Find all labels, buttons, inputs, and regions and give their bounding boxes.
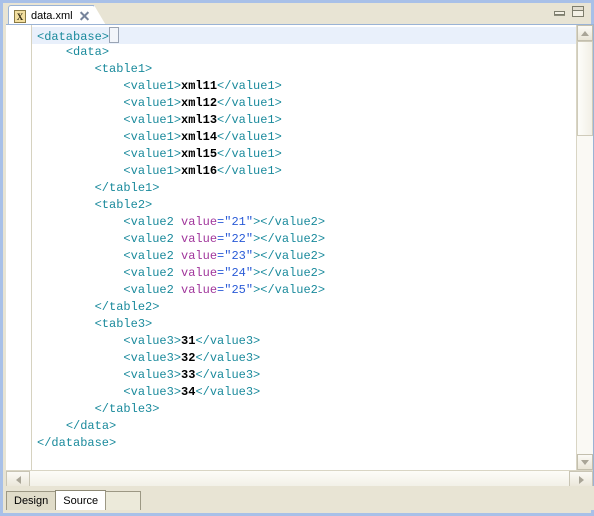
window-top-bar: X data.xml bbox=[3, 0, 591, 27]
gutter-separator bbox=[24, 25, 32, 470]
code-line[interactable]: <value1>xml16</value1> bbox=[32, 163, 593, 180]
vertical-scrollbar[interactable] bbox=[576, 25, 593, 470]
code-line[interactable]: <value1>xml11</value1> bbox=[32, 78, 593, 95]
view-tab-filler bbox=[105, 491, 142, 510]
code-line[interactable]: <table2> bbox=[32, 197, 593, 214]
scroll-down-icon[interactable] bbox=[577, 454, 593, 470]
minimize-button[interactable] bbox=[554, 6, 565, 16]
close-icon[interactable] bbox=[79, 11, 90, 22]
code-line[interactable]: <value2 value="23"></value2> bbox=[32, 248, 593, 265]
source-editor: <database> <data> <table1> <value1>xml11… bbox=[6, 24, 594, 489]
code-line[interactable]: </table2> bbox=[32, 299, 593, 316]
code-line[interactable]: <value3>31</value3> bbox=[32, 333, 593, 350]
code-line[interactable]: <database> bbox=[32, 27, 593, 44]
maximize-button[interactable] bbox=[572, 6, 584, 17]
annotation-gutter[interactable] bbox=[6, 25, 24, 470]
code-line[interactable]: <value1>xml13</value1> bbox=[32, 112, 593, 129]
code-line[interactable]: <table1> bbox=[32, 61, 593, 78]
code-line[interactable]: <data> bbox=[32, 44, 593, 61]
code-line[interactable]: </table1> bbox=[32, 180, 593, 197]
xml-source-code[interactable]: <database> <data> <table1> <value1>xml11… bbox=[32, 27, 593, 452]
editor-tab-label: data.xml bbox=[31, 10, 73, 22]
code-line[interactable]: <value3>33</value3> bbox=[32, 367, 593, 384]
code-line[interactable]: <value2 value="25"></value2> bbox=[32, 282, 593, 299]
code-line[interactable]: </table3> bbox=[32, 401, 593, 418]
view-tab-source[interactable]: Source bbox=[55, 490, 107, 510]
window-controls bbox=[554, 6, 584, 17]
code-line[interactable]: </data> bbox=[32, 418, 593, 435]
view-tab-design[interactable]: Design bbox=[6, 491, 57, 510]
code-line[interactable]: <value2 value="22"></value2> bbox=[32, 231, 593, 248]
vertical-scroll-track[interactable] bbox=[577, 136, 593, 454]
code-line[interactable]: <value1>xml12</value1> bbox=[32, 95, 593, 112]
cursor-caret bbox=[109, 27, 120, 43]
code-line[interactable]: <value1>xml15</value1> bbox=[32, 146, 593, 163]
xml-file-icon: X bbox=[14, 9, 26, 23]
code-line[interactable]: <table3> bbox=[32, 316, 593, 333]
code-line[interactable]: </database> bbox=[32, 435, 593, 452]
code-line[interactable]: <value2 value="24"></value2> bbox=[32, 265, 593, 282]
code-editing-area[interactable]: <database> <data> <table1> <value1>xml11… bbox=[32, 25, 593, 470]
editor-body: <database> <data> <table1> <value1>xml11… bbox=[6, 25, 593, 470]
editor-tab-data-xml[interactable]: X data.xml bbox=[8, 5, 107, 27]
scroll-up-icon[interactable] bbox=[577, 25, 593, 41]
code-line[interactable]: <value2 value="21"></value2> bbox=[32, 214, 593, 231]
editor-view-tabs: Design Source bbox=[6, 486, 594, 510]
code-line[interactable]: <value1>xml14</value1> bbox=[32, 129, 593, 146]
xml-editor-window: X data.xml <database> <data> <table1> <v… bbox=[0, 0, 594, 516]
code-line[interactable]: <value3>32</value3> bbox=[32, 350, 593, 367]
vertical-scroll-thumb[interactable] bbox=[577, 41, 593, 136]
code-line[interactable]: <value3>34</value3> bbox=[32, 384, 593, 401]
